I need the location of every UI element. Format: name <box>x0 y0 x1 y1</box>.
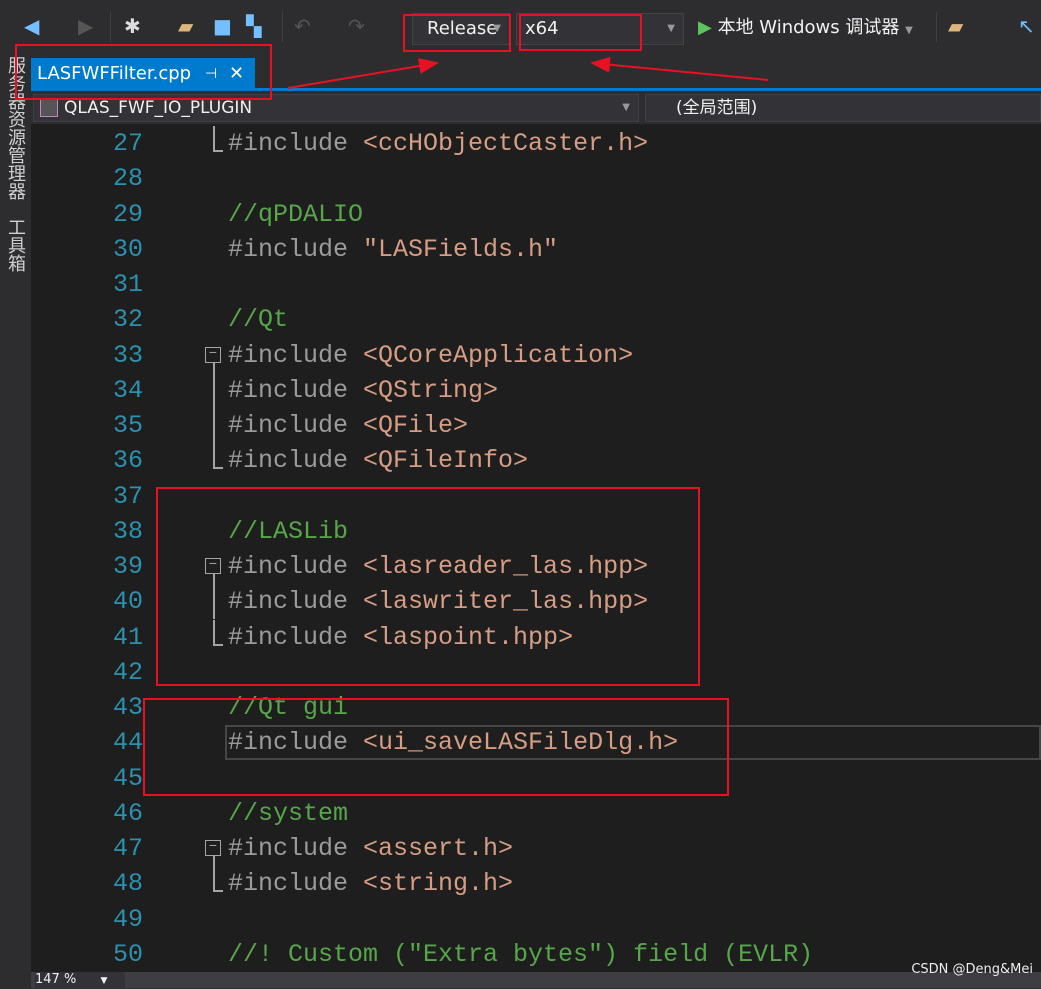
arrow-to-x64 <box>590 56 769 81</box>
arrow-to-release <box>287 58 439 89</box>
annotation-arrows <box>287 56 769 89</box>
